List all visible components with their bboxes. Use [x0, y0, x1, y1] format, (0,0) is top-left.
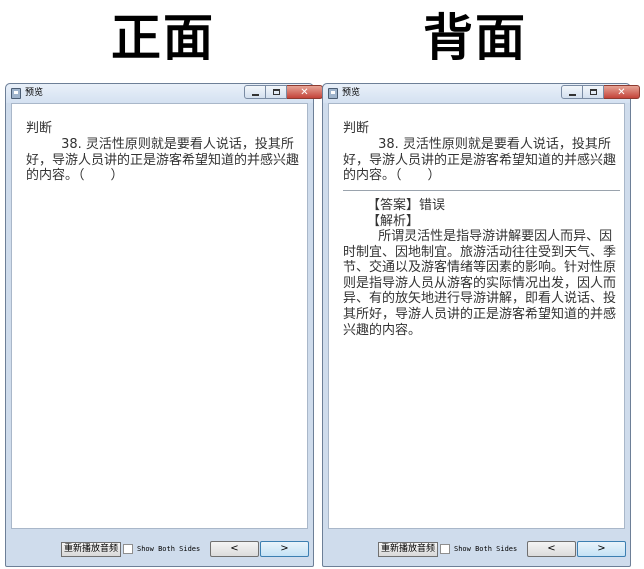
title-bar[interactable]: 预览 ✕ — [6, 84, 323, 103]
answer-line: 【答案】错误 — [367, 198, 445, 214]
minimize-button[interactable] — [561, 85, 583, 99]
replay-audio-button[interactable]: 重新播放音频 — [378, 542, 439, 557]
previous-button[interactable]: < — [527, 541, 576, 557]
bottom-toolbar: 重新播放音频 Show Both Sides < > — [323, 529, 630, 566]
next-button[interactable]: > — [260, 541, 309, 557]
next-button[interactable]: > — [577, 541, 626, 557]
divider — [343, 190, 620, 191]
minimize-icon — [568, 93, 576, 96]
analysis-label: 【解析】 — [367, 213, 420, 229]
window-title: 预览 — [25, 88, 44, 98]
card-content: 判断 38. 灵活性原则就是要看人说话，投其所好，导游人员讲的正是游客希望知道的… — [328, 103, 625, 529]
back-preview-window: 预览 ✕ 判断 38. 灵活性原则就是要看人说话，投其所好，导游人员讲的正是游客… — [322, 83, 640, 567]
show-both-sides-checkbox[interactable] — [440, 544, 450, 554]
maximize-button[interactable] — [583, 85, 604, 99]
card-type: 判断 — [26, 121, 53, 136]
bottom-toolbar: 重新播放音频 Show Both Sides < > — [6, 529, 313, 566]
replay-audio-button[interactable]: 重新播放音频 — [61, 542, 122, 557]
minimize-button[interactable] — [244, 85, 266, 99]
previous-button[interactable]: < — [210, 541, 259, 557]
close-button[interactable]: ✕ — [604, 85, 640, 99]
close-icon: ✕ — [300, 86, 309, 98]
maximize-button[interactable] — [266, 85, 287, 99]
close-button[interactable]: ✕ — [287, 85, 323, 99]
show-both-sides-label[interactable]: Show Both Sides — [454, 543, 517, 555]
app-window-icon — [328, 88, 338, 99]
card-content: 判断 38. 灵活性原则就是要看人说话，投其所好，导游人员讲的正是游客希望知道的… — [11, 103, 308, 529]
front-heading: 正面 — [111, 8, 215, 67]
show-both-sides-label[interactable]: Show Both Sides — [137, 543, 200, 555]
question-text: 38. 灵活性原则就是要看人说话，投其所好，导游人员讲的正是游客希望知道的并感兴… — [343, 137, 617, 184]
maximize-icon — [589, 89, 597, 95]
analysis-text: 所谓灵活性是指导游讲解要因人而异、因时制宜、因地制宜。旅游活动往往受到天气、季节… — [343, 229, 617, 338]
card-type: 判断 — [343, 121, 370, 136]
front-preview-window: 预览 ✕ 判断 38. 灵活性原则就是要看人说话，投其所好，导游人员讲的正是游客… — [5, 83, 323, 567]
minimize-icon — [251, 93, 259, 96]
close-icon: ✕ — [617, 86, 626, 98]
maximize-icon — [272, 89, 280, 95]
answer-value: 错误 — [419, 198, 446, 213]
question-text: 38. 灵活性原则就是要看人说话，投其所好，导游人员讲的正是游客希望知道的并感兴… — [26, 137, 300, 184]
answer-label: 【答案】 — [367, 198, 420, 213]
window-title: 预览 — [342, 88, 361, 98]
show-both-sides-checkbox[interactable] — [123, 544, 133, 554]
app-window-icon — [11, 88, 21, 99]
title-bar[interactable]: 预览 ✕ — [323, 84, 640, 103]
back-heading: 背面 — [423, 8, 527, 67]
